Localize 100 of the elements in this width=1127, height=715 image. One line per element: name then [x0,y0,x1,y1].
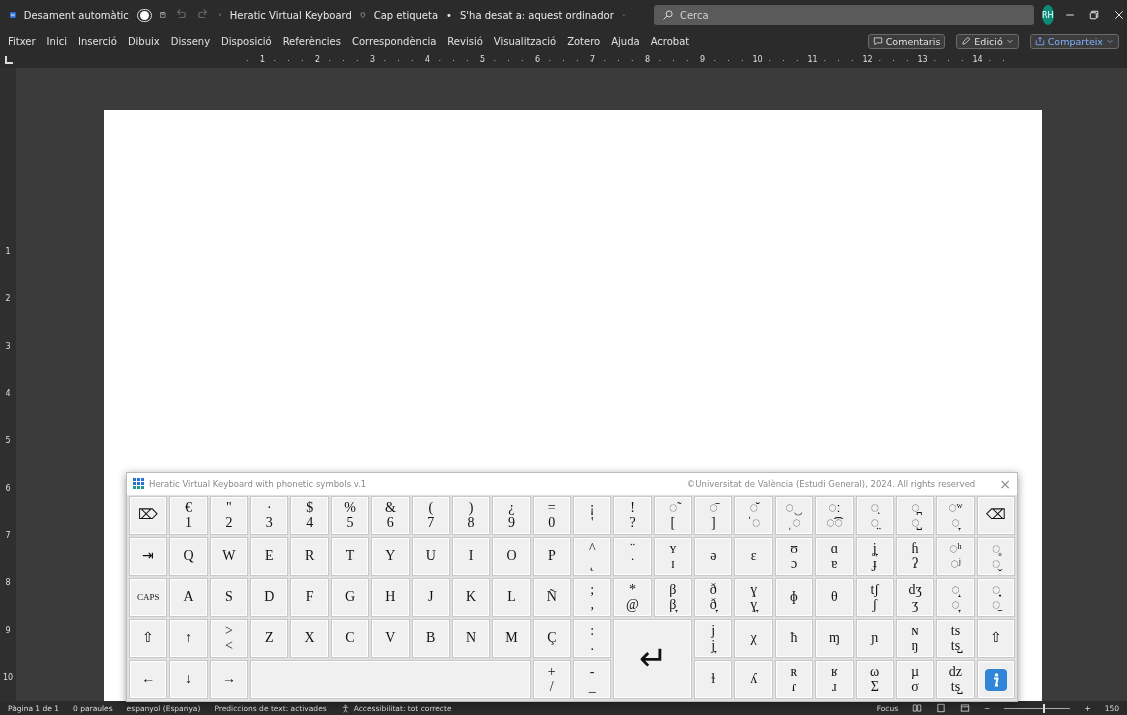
keyboard-key[interactable]: T [330,537,370,576]
keyboard-key[interactable]: ɑ ɐ [815,537,854,576]
keyboard-key[interactable]: A [169,578,208,617]
keyboard-key[interactable]: P [532,537,571,576]
keyboard-key[interactable]: ¡ ' [573,496,612,535]
editing-button[interactable]: Edició [956,33,1019,49]
keyboard-key[interactable]: E [250,537,289,576]
keyboard-key[interactable]: " 2 [209,496,249,535]
keyboard-key[interactable]: ◌̆ ˈ◌ [734,496,773,535]
keyboard-key[interactable]: F [290,578,329,617]
keyboard-key[interactable]: U [411,537,450,576]
keyboard-key[interactable]: ɸ [774,578,814,617]
keyboard-key[interactable]: N [451,619,491,658]
keyboard-key[interactable]: * @ [613,578,652,617]
keyboard-key[interactable]: ( 7 [411,496,450,535]
keyboard-key[interactable]: ts ts̺ [936,619,975,658]
keyboard-key[interactable]: S [209,578,249,617]
keyboard-key[interactable]: Q [169,537,208,576]
keyboard-key[interactable]: ʎ [734,660,773,699]
keyboard-key[interactable]: L [492,578,531,617]
keyboard-key[interactable]: > < [209,619,249,658]
keyboard-key[interactable]: ◌̥ ◌̬ [976,537,1015,576]
keyboard-key[interactable]: ¨ ˙ [613,537,652,576]
keyboard-key[interactable]: θ [815,578,854,617]
keyboard-key[interactable]: j j̞ [694,619,733,658]
enter-key[interactable]: ↵ [613,619,693,699]
tab-selector-icon[interactable] [5,56,13,64]
keyboard-key[interactable]: ◌̝ ◌̞ [936,578,975,617]
keyboard-key[interactable]: D [250,578,289,617]
keyboard-key[interactable]: G [330,578,370,617]
ribbon-tab[interactable]: Disseny [170,35,211,47]
keyboard-key[interactable]: Ç [532,619,571,658]
keyboard-key[interactable]: ʀ ɾ [774,660,814,699]
keyboard-key[interactable]: = 0 [532,496,571,535]
keyboard-key[interactable]: ɣ ɣ̞ [734,578,773,617]
info-button[interactable] [976,660,1015,699]
ribbon-tab[interactable]: Revisió [447,35,483,47]
user-avatar[interactable]: RH [1041,5,1054,25]
keyboard-key[interactable]: ɦ ʔ [895,537,935,576]
keyboard-key[interactable]: β β̞ [653,578,693,617]
keyboard-key[interactable]: ɲ [855,619,894,658]
keyboard-key[interactable]: ɫ [694,660,733,699]
close-button[interactable]: × [999,476,1011,492]
keyboard-key[interactable]: ω Σ [855,660,894,699]
ribbon-tab[interactable]: Dibuix [127,35,160,47]
keyboard-key[interactable]: ʝ̞ ɟ [855,537,894,576]
keyboard-key[interactable]: µ σ [895,660,935,699]
keyboard-key[interactable]: % 5 [330,496,370,535]
keyboard-key[interactable]: ↑ [169,619,208,658]
keyboard-key[interactable]: ◌̟ ◌̠ [976,578,1015,617]
ribbon-tab[interactable]: Fitxer [8,35,36,47]
keyboard-key[interactable]: ◌̄ ] [694,496,733,535]
ribbon-tab[interactable]: Referències [282,35,341,47]
keyboard-key[interactable]: R [290,537,329,576]
keyboard-key[interactable]: W [209,537,249,576]
keyboard-key[interactable]: : . [573,619,612,658]
keyboard-key[interactable]: ^ ˛ [573,537,612,576]
comments-button[interactable]: Comentaris [867,33,946,49]
keyboard-key[interactable]: ) 8 [451,496,491,535]
keyboard-key[interactable]: ◌̃ [ [653,496,693,535]
keyboard-key[interactable]: dz ts̺ [936,660,975,699]
keyboard-key[interactable]: H [371,578,410,617]
keyboard-key[interactable]: $ 4 [290,496,329,535]
keyboard-key[interactable]: C [330,619,370,658]
keyboard-key[interactable]: ◌ʰ ◌ʲ [936,537,975,576]
keyboard-key[interactable]: Ñ [532,578,571,617]
keyboard-key[interactable]: ħ [774,619,814,658]
ribbon-tab[interactable]: Disposició [221,35,272,47]
keyboard-key[interactable]: · 3 [250,496,289,535]
keyboard-key[interactable]: + / [532,660,571,699]
keyboard-key[interactable]: ð ð̞ [694,578,733,617]
keyboard-key[interactable]: ◌ː ◌͡◌ [815,496,854,535]
keyboard-key[interactable]: ¿ 9 [492,496,531,535]
keyboard-key[interactable]: ʁ ɹ [815,660,854,699]
ribbon-tab[interactable]: Visualització [493,35,557,47]
ribbon-tab[interactable]: Inserció [77,35,117,47]
keyboard-key[interactable]: ⇥ [129,537,168,576]
keyboard-key[interactable]: ◌‿ ˌ◌ [774,496,814,535]
keyboard-key[interactable]: ; , [573,578,612,617]
keyboard-key[interactable]: V [371,619,410,658]
keyboard-key[interactable]: & 6 [371,496,410,535]
keyboard-key[interactable]: ʊ ɔ [774,537,814,576]
ribbon-tab[interactable]: Ajuda [611,35,640,47]
keyboard-key[interactable]: tʃ ʃ [855,578,894,617]
keyboard-key[interactable]: ⇧ [976,619,1015,658]
keyboard-key[interactable]: dʒ ʒ [895,578,935,617]
keyboard-key[interactable]: χ [734,619,773,658]
caps-key[interactable]: CAPS [129,578,168,617]
keyboard-key[interactable]: J [411,578,450,617]
keyboard-key[interactable]: → [209,660,249,699]
keyboard-key[interactable]: ◌ʷ ◌̞ [936,496,975,535]
keyboard-key[interactable]: O [492,537,531,576]
ribbon-tab[interactable]: Acrobat [650,35,690,47]
keyboard-key[interactable]: ɱ [815,619,854,658]
keyboard-key[interactable]: - _ [573,660,612,699]
keyboard-key[interactable]: Y [371,537,410,576]
keyboard-key[interactable]: ɛ [734,537,773,576]
keyboard-key[interactable]: ↓ [169,660,208,699]
keyboard-key[interactable]: € 1 [169,496,208,535]
ribbon-tab[interactable]: Correspondència [352,35,437,47]
